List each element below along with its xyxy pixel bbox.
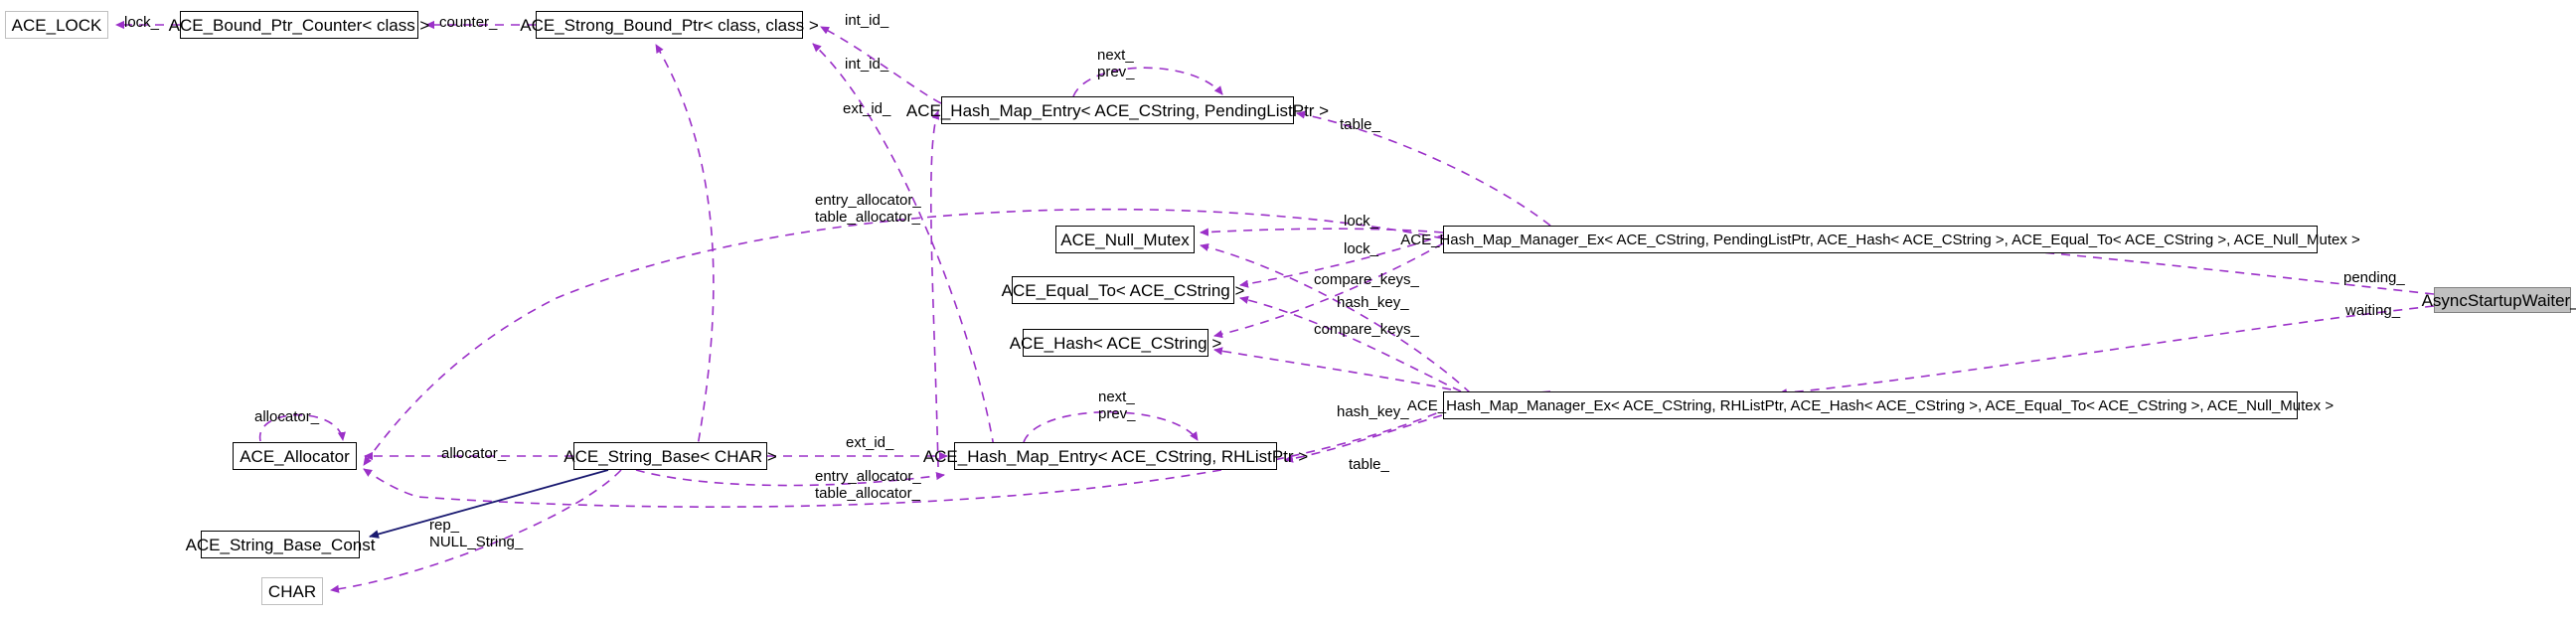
- edge-label-entry-table-allocator-2: entry_allocator_ table_allocator_: [815, 468, 921, 502]
- edge-label-entry-table-allocator-1: entry_allocator_ table_allocator_: [815, 192, 921, 226]
- edge-label-hash-key-2: hash_key_: [1337, 403, 1409, 420]
- edge-label-pending: pending_: [2343, 269, 2405, 286]
- node-ace-bound-ptr-counter[interactable]: ACE_Bound_Ptr_Counter< class >: [169, 11, 429, 39]
- node-ace-hash-cstring[interactable]: ACE_Hash< ACE_CString >: [1010, 329, 1221, 357]
- node-ace-lock[interactable]: ACE_LOCK: [5, 11, 108, 39]
- collaboration-diagram: ACE_LOCK ACE_Bound_Ptr_Counter< class > …: [0, 0, 2576, 621]
- node-ace-equal-to-cstring[interactable]: ACE_Equal_To< ACE_CString >: [1002, 276, 1244, 304]
- edge-label-table-2: table_: [1349, 456, 1389, 473]
- edge-table-1: [1296, 110, 1551, 227]
- node-char[interactable]: CHAR: [261, 577, 323, 605]
- edge-label-hash-key-1: hash_key_: [1337, 294, 1409, 311]
- edge-label-table-1: table_: [1340, 116, 1380, 133]
- edge-label-int-id-2: int_id_: [845, 56, 889, 73]
- node-ace-hash-map-manager-ex-pendinglistptr[interactable]: ACE_Hash_Map_Manager_Ex< ACE_CString, Pe…: [1400, 226, 2360, 253]
- node-ace-string-base-const[interactable]: ACE_String_Base_Const: [186, 531, 375, 558]
- node-asyncstartupwaiter-i[interactable]: AsyncStartupWaiter_i: [2422, 287, 2576, 313]
- edge-label-lock-2: lock_: [1344, 213, 1379, 230]
- edge-next-prev-1: [1072, 67, 1223, 97]
- edge-hash-key-2: [1213, 347, 1452, 390]
- node-ace-allocator[interactable]: ACE_Allocator: [233, 442, 357, 470]
- edge-label-int-id-1: int_id_: [845, 12, 889, 29]
- edge-label-rep-null-string: rep_ NULL_String_: [429, 517, 524, 550]
- edge-ext-id-1: [929, 110, 940, 468]
- node-ace-hash-map-entry-rhlistptr[interactable]: ACE_Hash_Map_Entry< ACE_CString, RHListP…: [923, 442, 1308, 470]
- node-ace-hash-map-entry-pendinglistptr[interactable]: ACE_Hash_Map_Entry< ACE_CString, Pending…: [906, 96, 1329, 124]
- edge-entry-table-1: [363, 208, 1444, 466]
- edge-label-allocator-1: allocator_: [254, 408, 320, 425]
- edge-label-compare-keys-2: compare_keys_: [1314, 321, 1419, 338]
- edge-label-allocator-2: allocator_: [441, 445, 507, 462]
- edge-strongptr-down-1: [655, 44, 715, 458]
- edge-label-compare-keys-1: compare_keys_: [1314, 271, 1419, 288]
- edge-label-counter: counter_: [439, 14, 498, 31]
- edge-waiting: [1778, 305, 2435, 397]
- edge-compare-keys-2: [1239, 295, 1462, 392]
- edge-label-ext-id-1: ext_id_: [843, 100, 891, 117]
- node-ace-strong-bound-ptr[interactable]: ACE_Strong_Bound_Ptr< class, class >: [520, 11, 819, 39]
- edge-layer: [115, 20, 2435, 593]
- edge-label-waiting: waiting_: [2345, 302, 2401, 319]
- node-ace-hash-map-manager-ex-rhlistptr[interactable]: ACE_Hash_Map_Manager_Ex< ACE_CString, RH…: [1407, 391, 2334, 419]
- node-ace-string-base-char[interactable]: ACE_String_Base< CHAR >: [564, 442, 777, 470]
- edge-label-lock: lock_: [124, 14, 160, 31]
- node-ace-null-mutex[interactable]: ACE_Null_Mutex: [1055, 226, 1195, 253]
- edge-label-next-prev-2: next_ prev_: [1098, 388, 1136, 422]
- edge-label-next-prev-1: next_ prev_: [1097, 47, 1135, 80]
- edge-lock-3: [1200, 242, 1472, 394]
- edge-label-lock-3: lock_: [1344, 240, 1379, 257]
- edge-label-ext-id-2: ext_id_: [846, 434, 894, 451]
